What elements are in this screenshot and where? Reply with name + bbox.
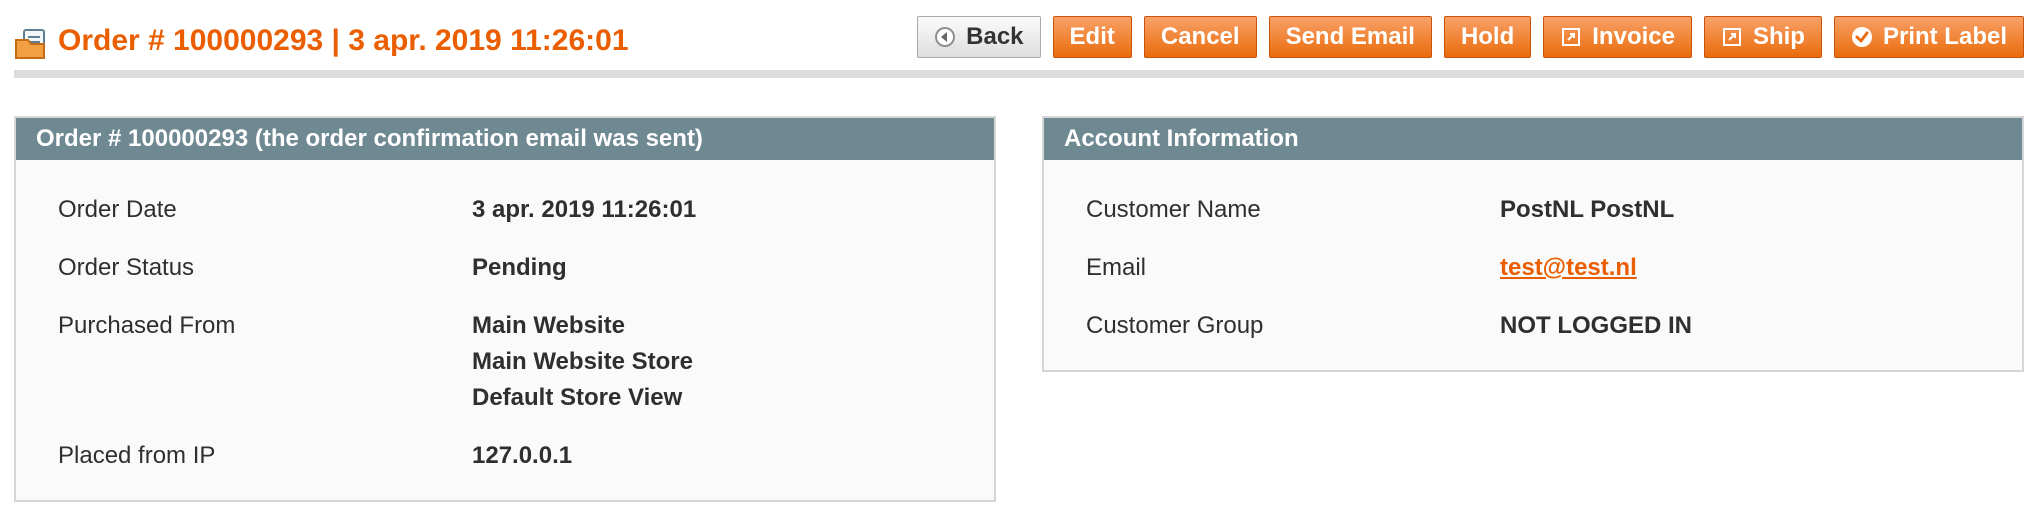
- order-date-row: Order Date 3 apr. 2019 11:26:01: [58, 194, 994, 228]
- customer-group-value: NOT LOGGED IN: [1500, 312, 1692, 339]
- customer-group-label: Customer Group: [1086, 312, 1264, 339]
- order-panel-title: Order # 100000293 (the order confirmatio…: [16, 118, 994, 160]
- page-header: Order # 100000293 | 3 apr. 2019 11:26:01…: [14, 0, 2024, 80]
- order-panel: Order # 100000293 (the order confirmatio…: [14, 116, 996, 502]
- order-panel-body: Order Date 3 apr. 2019 11:26:01 Order St…: [16, 160, 994, 500]
- edit-button[interactable]: Edit: [1052, 16, 1132, 58]
- purchased-from-values: Main Website Main Website Store Default …: [472, 308, 693, 416]
- order-date-value: 3 apr. 2019 11:26:01: [472, 196, 697, 223]
- customer-name-label: Customer Name: [1086, 196, 1261, 223]
- customer-group-row: Customer Group NOT LOGGED IN: [1086, 310, 2022, 344]
- hold-button-label: Hold: [1460, 23, 1515, 50]
- store-name: Main Website Store: [472, 348, 693, 375]
- print-label-button-label: Print Label: [1882, 23, 2007, 50]
- customer-name-row: Customer Name PostNL PostNL: [1086, 194, 2022, 228]
- header-divider: [14, 70, 2024, 78]
- email-label: Email: [1086, 254, 1147, 281]
- account-panel-body: Customer Name PostNL PostNL Email test@t…: [1044, 160, 2022, 370]
- placed-from-ip-row: Placed from IP 127.0.0.1: [58, 440, 994, 474]
- print-label-button[interactable]: Print Label: [1833, 16, 2024, 58]
- placed-from-ip-value: 127.0.0.1: [472, 442, 573, 469]
- placed-from-ip-label: Placed from IP: [58, 442, 216, 469]
- customer-name-value: PostNL PostNL: [1500, 196, 1675, 223]
- cancel-button[interactable]: Cancel: [1143, 16, 1257, 58]
- cancel-button-label: Cancel: [1160, 23, 1240, 50]
- invoice-button[interactable]: Invoice: [1543, 16, 1692, 58]
- send-email-button-label: Send Email: [1285, 23, 1415, 50]
- order-toolbar: Back Edit Cancel Send Email Hold Invoice: [917, 16, 2024, 58]
- customer-email-link[interactable]: test@test.nl: [1500, 250, 1637, 286]
- ship-button-label: Ship: [1752, 23, 1805, 50]
- checkmark-circle-icon: [1851, 26, 1873, 48]
- page-title: Order # 100000293 | 3 apr. 2019 11:26:01: [58, 24, 629, 57]
- edit-button-label: Edit: [1069, 23, 1115, 50]
- website-name: Main Website: [472, 312, 625, 339]
- purchased-from-row: Purchased From Main Website Main Website…: [58, 310, 994, 416]
- send-email-button[interactable]: Send Email: [1268, 16, 1432, 58]
- email-row: Email test@test.nl: [1086, 252, 2022, 286]
- invoice-icon: [1560, 26, 1582, 48]
- account-panel: Account Information Customer Name PostNL…: [1042, 116, 2024, 372]
- order-view-icon: [14, 28, 48, 60]
- hold-button[interactable]: Hold: [1443, 16, 1532, 58]
- purchased-from-label: Purchased From: [58, 312, 236, 339]
- order-status-value: Pending: [472, 254, 567, 281]
- store-view-name: Default Store View: [472, 384, 683, 411]
- back-button-label: Back: [966, 23, 1024, 50]
- invoice-button-label: Invoice: [1592, 23, 1675, 50]
- order-status-row: Order Status Pending: [58, 252, 994, 286]
- order-date-label: Order Date: [58, 196, 177, 223]
- ship-button[interactable]: Ship: [1703, 16, 1822, 58]
- account-panel-title: Account Information: [1044, 118, 2022, 160]
- back-arrow-icon: [934, 26, 956, 48]
- ship-icon: [1721, 26, 1743, 48]
- order-status-label: Order Status: [58, 254, 195, 281]
- back-button[interactable]: Back: [917, 16, 1041, 58]
